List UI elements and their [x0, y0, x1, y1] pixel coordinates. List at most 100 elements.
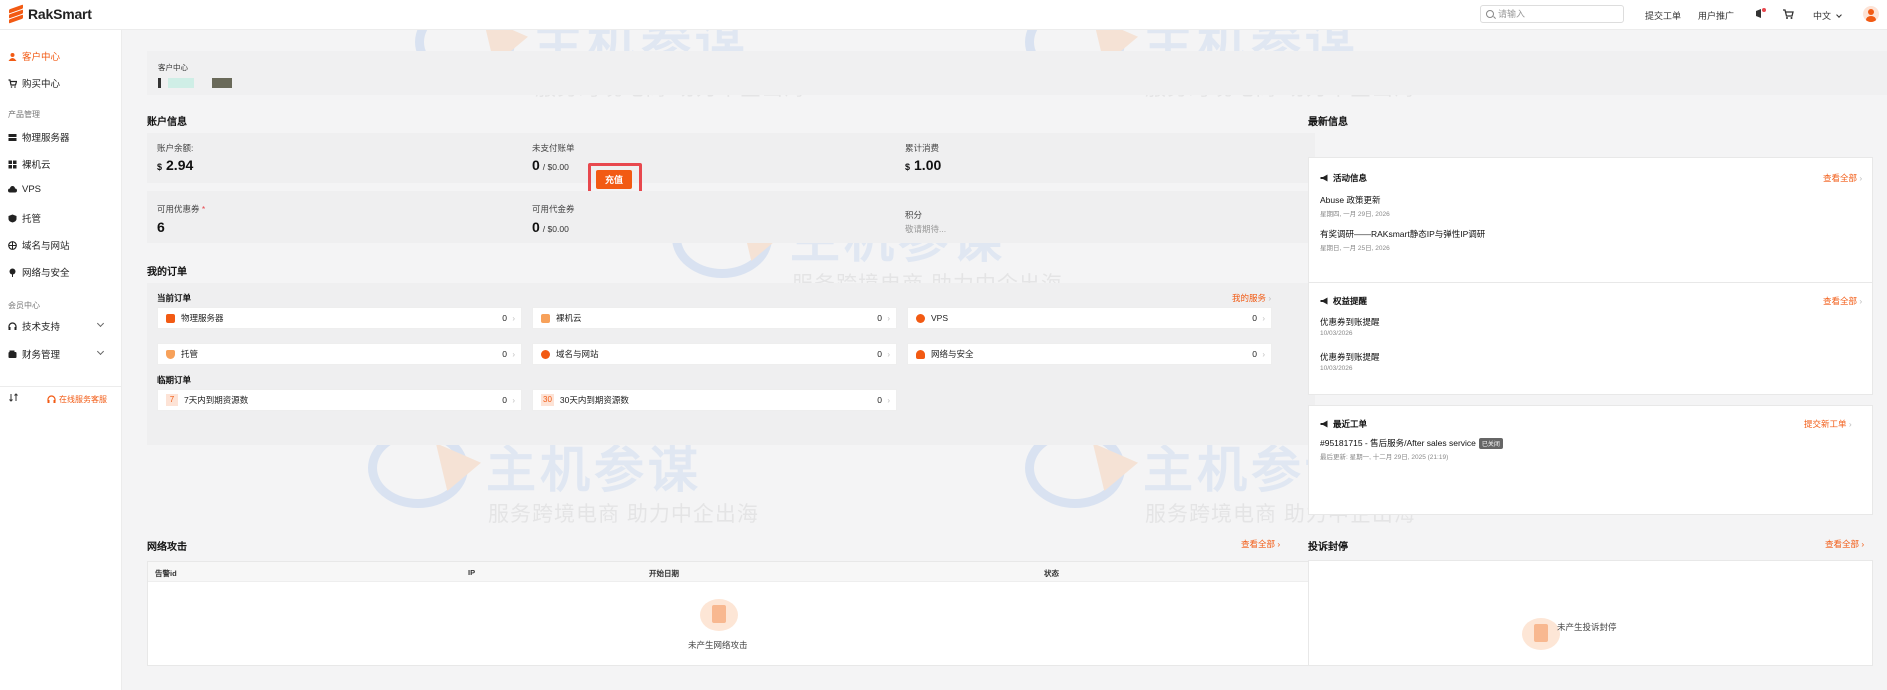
sidebar-group-member: 会员中心 [8, 301, 40, 310]
sidebar-item-hosting[interactable]: 托管 [8, 211, 41, 225]
server-icon [166, 313, 175, 323]
sidebar-item-physical-server[interactable]: 物理服务器 [8, 130, 70, 144]
coupons-value[interactable]: 6 [157, 219, 165, 235]
order-vps[interactable]: VPS 0 › [907, 307, 1272, 329]
order-count: 0 [877, 313, 882, 323]
activity-item-title[interactable]: Abuse 政策更新 [1320, 194, 1380, 206]
chevron-right-icon: › [887, 313, 890, 323]
sidebar-item-label: 域名与网站 [22, 241, 70, 252]
order-count: 0 [502, 313, 507, 323]
view-all-label: 查看全部 [1823, 296, 1858, 306]
order-count: 0 [1252, 313, 1257, 323]
submit-ticket-label: 提交新工单 [1804, 419, 1847, 429]
order-expiring-30days[interactable]: 30 30天内到期资源数 0 › [532, 389, 897, 411]
attack-view-all-link[interactable]: 查看全部 › [1241, 538, 1280, 550]
swap-arrows-icon[interactable] [9, 393, 18, 402]
vouchers-value[interactable]: 0/ $0.00 [532, 219, 569, 235]
ticket-title: #95181715 - 售后服务/After sales service [1320, 438, 1476, 448]
order-count: 0 [877, 395, 882, 405]
sidebar-item-customer-center[interactable]: 客户中心 [8, 49, 60, 63]
online-support-link[interactable]: 在线服务客服 [47, 394, 107, 405]
balance-label: 账户余额: [157, 143, 194, 153]
view-all-label: 查看全部 [1241, 539, 1276, 549]
megaphone-icon [1320, 174, 1328, 182]
activity-item-title[interactable]: 有奖调研——RAKsmart静态IP与弹性IP调研 [1320, 228, 1485, 240]
language-label: 中文 [1813, 11, 1832, 21]
globe-icon [541, 349, 550, 359]
chevron-down-icon[interactable] [96, 319, 105, 328]
logo[interactable]: RakSmart [8, 4, 92, 24]
my-services-link[interactable]: 我的服务 › [1232, 292, 1271, 304]
chevron-right-icon: › [887, 349, 890, 359]
currency-symbol: $ [157, 162, 163, 172]
activity-title: 活动信息 [1333, 173, 1368, 183]
sidebar-item-vps[interactable]: VPS [8, 184, 41, 195]
expiry-badge: 30 [541, 394, 554, 406]
complaint-panel: 未产生投诉封停 [1308, 560, 1873, 666]
profile-card: 客户中心 [147, 51, 1887, 95]
main-content: 客户中心 账户信息 账户余额: $2.94 充值 未支付账单 0/ $0.00 … [122, 30, 1887, 690]
order-network-security[interactable]: 网络与安全 0 › [907, 343, 1272, 365]
empty-state-icon [700, 599, 738, 631]
sidebar-item-network-security[interactable]: 网络与安全 [8, 265, 70, 279]
rights-header: 权益提醒 [1320, 295, 1367, 307]
unpaid-value[interactable]: 0/ $0.00 [532, 157, 569, 173]
shield-icon [8, 214, 17, 222]
order-bare-metal-cloud[interactable]: 裸机云 0 › [532, 307, 897, 329]
chevron-right-icon: › [1268, 293, 1272, 303]
shield-icon [166, 349, 175, 359]
sidebar-item-bare-metal-cloud[interactable]: 裸机云 [8, 157, 51, 171]
sidebar-item-domain-website[interactable]: 域名与网站 [8, 238, 70, 252]
wallet-icon [8, 350, 17, 358]
current-orders-title: 当前订单 [157, 293, 192, 303]
rights-item-title[interactable]: 优惠券到账提醒 [1320, 351, 1380, 363]
notification-icon[interactable] [1754, 8, 1766, 20]
activity-view-all-link[interactable]: 查看全部 › [1823, 172, 1862, 184]
sidebar-item-purchase-center[interactable]: 购买中心 [8, 76, 60, 90]
order-expiring-7days[interactable]: 7 7天内到期资源数 0 › [157, 389, 522, 411]
unpaid-label: 未支付账单 [532, 143, 575, 153]
submit-new-ticket-link[interactable]: 提交新工单 › [1804, 418, 1852, 430]
sidebar-item-label: 客户中心 [22, 52, 61, 63]
cart-icon[interactable] [1782, 8, 1794, 20]
network-icon [916, 349, 925, 359]
rights-item-title[interactable]: 优惠券到账提醒 [1320, 316, 1380, 328]
top-bar: RakSmart 提交工单 用户推广 中文 [0, 0, 1887, 30]
submit-ticket-link[interactable]: 提交工单 [1645, 9, 1681, 22]
sidebar-item-finance[interactable]: 财务管理 [8, 347, 60, 361]
order-name: 网络与安全 [931, 349, 974, 359]
cloud-icon [916, 313, 925, 323]
order-physical-server[interactable]: 物理服务器 0 › [157, 307, 522, 329]
rights-title: 权益提醒 [1333, 296, 1368, 306]
tickets-title: 最近工单 [1333, 419, 1368, 429]
order-name: 裸机云 [556, 313, 582, 323]
required-mark: * [201, 204, 206, 214]
sidebar-item-tech-support[interactable]: 技术支持 [8, 319, 60, 333]
headset-icon [47, 395, 56, 403]
user-promo-link[interactable]: 用户推广 [1698, 9, 1734, 22]
account-info-title: 账户信息 [147, 117, 187, 128]
chevron-right-icon: › [1262, 349, 1265, 359]
megaphone-icon [1320, 297, 1328, 305]
tickets-panel: 最近工单 提交新工单 › #95181715 - 售后服务/After sale… [1308, 405, 1873, 515]
balance-amount: 2.94 [166, 157, 194, 173]
order-name: 托管 [181, 349, 199, 359]
cloud-icon [8, 186, 17, 193]
language-selector[interactable]: 中文 [1813, 9, 1842, 22]
vouchers-label: 可用代金券 [532, 204, 575, 214]
complaint-view-all-link[interactable]: 查看全部 › [1825, 538, 1864, 550]
order-count: 0 [502, 395, 507, 405]
recharge-button[interactable]: 充值 [596, 170, 632, 189]
ticket-meta: 最后更新: 星期一, 十二月 29日, 2025 (21:19) [1320, 454, 1449, 461]
search-box[interactable] [1480, 5, 1624, 23]
vouchers-amount: / $0.00 [542, 224, 569, 234]
rights-view-all-link[interactable]: 查看全部 › [1823, 295, 1862, 307]
order-hosting[interactable]: 托管 0 › [157, 343, 522, 365]
search-input[interactable] [1498, 9, 1618, 19]
cart-icon [8, 78, 17, 88]
ticket-item[interactable]: #95181715 - 售后服务/After sales service 已关闭 [1320, 437, 1503, 450]
avatar[interactable] [1863, 6, 1879, 22]
order-domain-website[interactable]: 域名与网站 0 › [532, 343, 897, 365]
chevron-down-icon[interactable] [96, 347, 105, 356]
rights-panel: 权益提醒 查看全部 › 优惠券到账提醒 10/03/2026 优惠券到账提醒 1… [1308, 282, 1873, 395]
